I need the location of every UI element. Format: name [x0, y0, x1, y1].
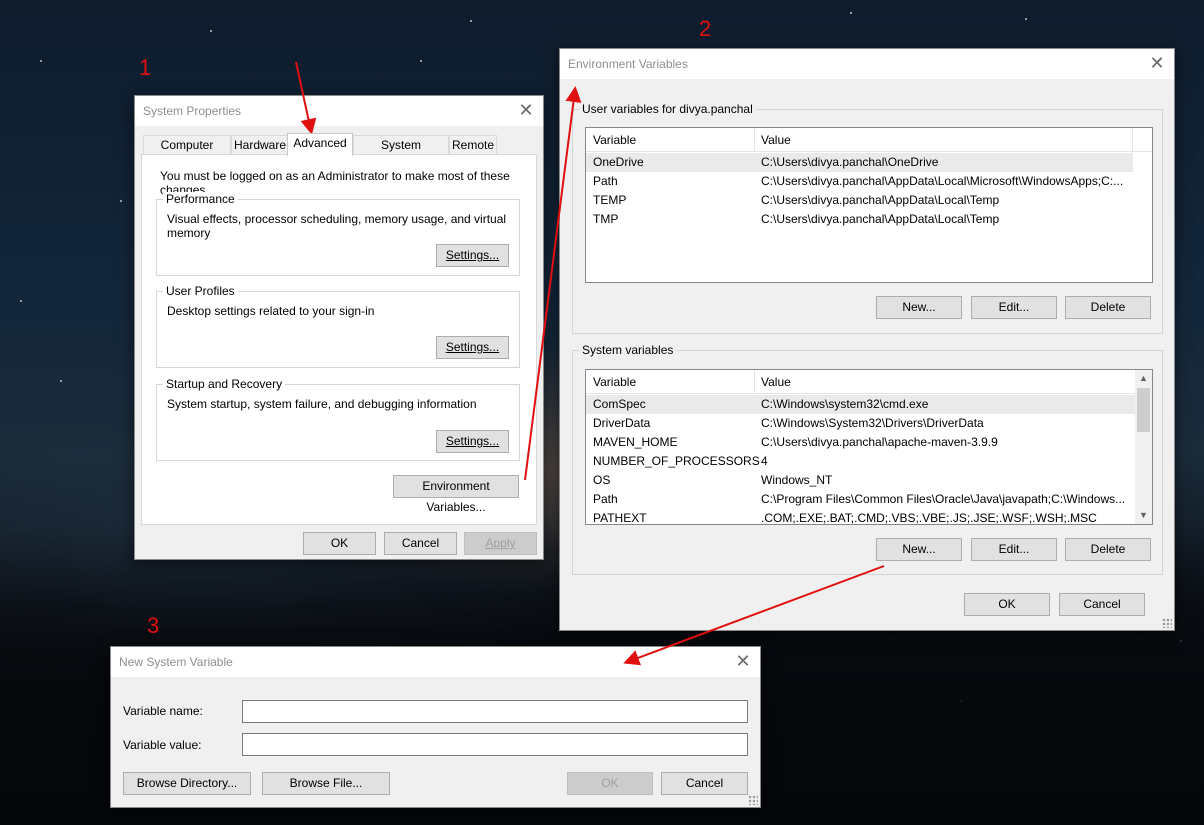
arrow-to-advanced-tab [295, 61, 317, 135]
tab-advanced[interactable]: Advanced [287, 133, 353, 156]
annotation-arrows [295, 61, 885, 666]
arrow-to-new-system-variable-dialog [623, 565, 885, 666]
arrow-to-environment-variables-dialog [524, 86, 582, 481]
